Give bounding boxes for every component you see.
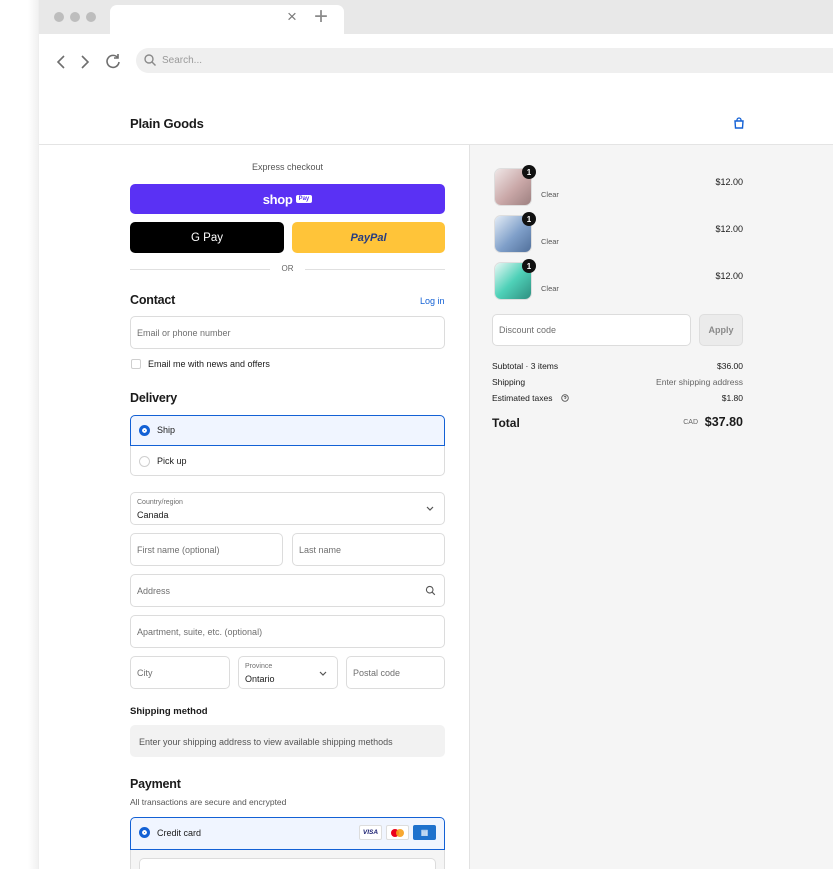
or-divider-left xyxy=(130,269,270,270)
store-name[interactable]: Plain Goods xyxy=(130,116,204,131)
last-name-placeholder: Last name xyxy=(299,545,342,555)
payment-subtitle: All transactions are secure and encrypte… xyxy=(130,797,287,807)
shop-pay-label: shop xyxy=(262,191,293,207)
address-search-icon xyxy=(425,585,436,596)
country-select[interactable] xyxy=(130,492,445,525)
subtotal-value: $36.00 xyxy=(717,361,743,371)
newsletter-checkbox[interactable] xyxy=(131,359,141,369)
browser-tab[interactable] xyxy=(110,5,344,34)
window-maximize-dot[interactable] xyxy=(86,12,96,22)
pickup-label: Pick up xyxy=(157,456,187,466)
product-price: $12.00 xyxy=(715,224,743,234)
tab-close-icon[interactable]: × xyxy=(287,7,297,27)
delivery-heading: Delivery xyxy=(130,391,178,405)
apply-label: Apply xyxy=(708,325,734,335)
shop-pay-button[interactable]: shop Pay xyxy=(130,184,445,214)
quantity-badge: 1 xyxy=(522,259,536,273)
forward-icon[interactable] xyxy=(80,55,90,69)
shopping-bag-icon[interactable] xyxy=(733,117,745,129)
shipping-label: Shipping xyxy=(492,377,526,387)
country-label: Country/region xyxy=(137,499,183,506)
contact-heading: Contact xyxy=(130,293,176,307)
shop-pay-badge: Pay xyxy=(295,195,313,203)
subtotal-label: Subtotal · 3 items xyxy=(492,361,559,371)
ship-label: Ship xyxy=(157,425,176,435)
quantity-badge: 1 xyxy=(522,212,536,226)
apply-discount-button[interactable]: Apply xyxy=(699,314,743,346)
address-placeholder: Address xyxy=(137,586,171,596)
newsletter-label: Email me with news and offers xyxy=(148,359,270,369)
search-icon xyxy=(144,54,156,66)
province-chevron-down-icon xyxy=(319,671,327,676)
order-summary-panel xyxy=(469,145,833,869)
country-value: Canada xyxy=(137,510,169,520)
card-number-field[interactable] xyxy=(139,858,436,869)
express-checkout-label: Express checkout xyxy=(251,162,324,172)
product-price: $12.00 xyxy=(715,177,743,187)
shipping-method-heading: Shipping method xyxy=(130,706,208,717)
back-icon[interactable] xyxy=(56,55,66,69)
google-pay-label: G Pay xyxy=(191,231,223,244)
login-link[interactable]: Log in xyxy=(420,296,445,306)
ship-radio[interactable] xyxy=(139,425,150,436)
product-price: $12.00 xyxy=(715,271,743,281)
paypal-button[interactable]: PayPal xyxy=(292,222,445,253)
help-icon[interactable] xyxy=(561,394,569,402)
paypal-label: PayPal xyxy=(350,231,387,244)
page-margin xyxy=(0,0,40,869)
province-value: Ontario xyxy=(245,674,275,684)
window-close-dot[interactable] xyxy=(54,12,64,22)
first-name-placeholder: First name (optional) xyxy=(137,545,220,555)
taxes-value: $1.80 xyxy=(721,393,743,403)
mastercard-icon xyxy=(386,825,409,840)
apartment-placeholder: Apartment, suite, etc. (optional) xyxy=(137,627,263,637)
city-placeholder: City xyxy=(137,668,153,678)
or-label: OR xyxy=(281,264,294,273)
address-field[interactable] xyxy=(130,574,445,607)
address-bar[interactable] xyxy=(136,48,833,73)
postal-code-placeholder: Postal code xyxy=(353,668,401,678)
browser-window: × + Search... Plain Goods Express checko… xyxy=(39,0,833,869)
email-field-placeholder: Email or phone number xyxy=(137,328,231,338)
visa-icon: VISA xyxy=(359,825,382,840)
address-bar-placeholder: Search... xyxy=(162,55,203,66)
product-variant: Clear xyxy=(541,237,559,246)
product-variant: Clear xyxy=(541,284,559,293)
pickup-radio[interactable] xyxy=(139,456,150,467)
province-label: Province xyxy=(245,663,273,670)
total-label: Total xyxy=(492,416,520,430)
shipping-value: Enter shipping address xyxy=(656,377,743,387)
or-divider-right xyxy=(305,269,445,270)
taxes-label: Estimated taxes xyxy=(492,393,553,403)
discount-code-placeholder: Discount code xyxy=(499,325,557,335)
payment-heading: Payment xyxy=(130,777,181,791)
shipping-method-message: Enter your shipping address to view avai… xyxy=(139,737,393,747)
new-tab-icon[interactable]: + xyxy=(314,4,328,30)
quantity-badge: 1 xyxy=(522,165,536,179)
amex-icon: ▦ xyxy=(413,825,436,840)
credit-card-label: Credit card xyxy=(157,828,202,838)
chevron-down-icon xyxy=(426,506,434,511)
reload-icon[interactable] xyxy=(105,53,121,69)
product-variant: Clear xyxy=(541,190,559,199)
delivery-option-ship[interactable] xyxy=(130,415,445,446)
credit-card-radio[interactable] xyxy=(139,827,150,838)
google-pay-button[interactable]: G Pay xyxy=(130,222,284,253)
window-minimize-dot[interactable] xyxy=(70,12,80,22)
total-value: $37.80 xyxy=(704,415,743,429)
